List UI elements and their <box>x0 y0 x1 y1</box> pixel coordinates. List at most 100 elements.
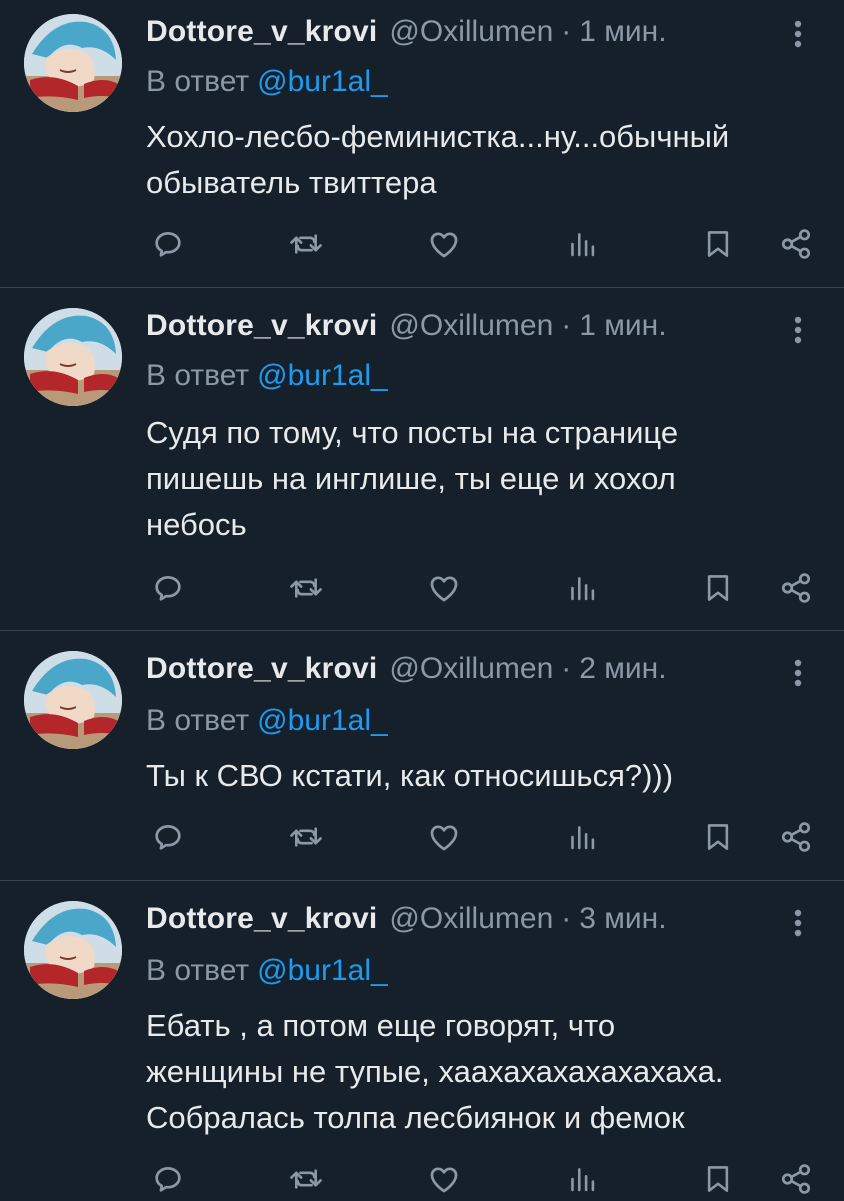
reply-prefix: В ответ <box>146 359 250 392</box>
timestamp[interactable]: 2 мин. <box>579 649 666 689</box>
avatar[interactable] <box>24 308 122 406</box>
reply-icon <box>155 232 181 257</box>
action-bar <box>146 566 822 610</box>
avatar-image <box>24 14 122 112</box>
timestamp[interactable]: 3 мин. <box>579 899 666 939</box>
tweet[interactable]: Dottore_v_krovi @Oxillumen · 2 мин. В от… <box>0 631 844 880</box>
views-button[interactable] <box>562 1157 602 1201</box>
bookmark-button[interactable] <box>698 222 738 266</box>
handle[interactable]: @Oxillumen <box>389 306 553 346</box>
tweet-text-line: небось <box>146 507 247 542</box>
share-button[interactable] <box>776 566 816 610</box>
retweet-button[interactable] <box>286 222 326 266</box>
bookmark-button[interactable] <box>698 1157 738 1201</box>
separator: · <box>561 902 572 935</box>
handle[interactable]: @Oxillumen <box>389 649 553 689</box>
retweet-button[interactable] <box>286 1157 326 1201</box>
bookmark-button[interactable] <box>698 815 738 859</box>
views-button[interactable] <box>562 222 602 266</box>
separator: · <box>561 309 572 342</box>
share-icon <box>781 822 811 852</box>
tweet-text-line: Хохло-лесбо-феминистка...ну...обычный <box>146 119 730 154</box>
avatar[interactable] <box>24 14 122 112</box>
tweet-header: Dottore_v_krovi @Oxillumen · 1 мин. <box>146 12 667 52</box>
views-icon <box>571 233 595 257</box>
reply-button[interactable] <box>148 222 188 266</box>
views-icon <box>571 577 595 601</box>
tweet[interactable]: Dottore_v_krovi @Oxillumen · 1 мин. В от… <box>0 0 844 287</box>
tweet-text-line: женщины не тупые, хаахахахахахахаха. <box>146 1054 724 1089</box>
display-name[interactable]: Dottore_v_krovi <box>146 899 377 939</box>
share-icon <box>781 1164 811 1194</box>
share-button[interactable] <box>776 1157 816 1201</box>
separator: · <box>561 15 572 48</box>
bookmark-icon <box>707 231 729 257</box>
reply-prefix: В ответ <box>146 704 250 737</box>
more-button[interactable] <box>784 14 812 54</box>
avatar[interactable] <box>24 651 122 749</box>
avatar-image <box>24 308 122 406</box>
like-button[interactable] <box>424 815 464 859</box>
more-vertical-icon <box>794 659 802 687</box>
action-bar <box>146 815 822 859</box>
action-bar <box>146 1157 822 1201</box>
tweet-text: Ебать , а потом еще говорят, что женщины… <box>146 1003 826 1141</box>
bookmark-button[interactable] <box>698 566 738 610</box>
like-button[interactable] <box>424 1157 464 1201</box>
display-name[interactable]: Dottore_v_krovi <box>146 12 377 52</box>
views-button[interactable] <box>562 566 602 610</box>
heart-icon <box>430 576 458 602</box>
retweet-button[interactable] <box>286 815 326 859</box>
bookmark-icon <box>707 824 729 850</box>
like-button[interactable] <box>424 566 464 610</box>
retweet-icon <box>290 578 322 598</box>
reply-context: В ответ @bur1al_ <box>146 62 388 102</box>
more-button[interactable] <box>784 903 812 943</box>
reply-button[interactable] <box>148 566 188 610</box>
more-vertical-icon <box>794 909 802 937</box>
tweet-text-line: Ебать , а потом еще говорят, что <box>146 1008 616 1043</box>
tweet-header: Dottore_v_krovi @Oxillumen · 3 мин. <box>146 899 667 939</box>
share-button[interactable] <box>776 815 816 859</box>
avatar-image <box>24 901 122 999</box>
mention-link[interactable]: @bur1al_ <box>257 954 388 987</box>
more-button[interactable] <box>784 653 812 693</box>
tweet[interactable]: Dottore_v_krovi @Oxillumen · 3 мин. В от… <box>0 881 844 1200</box>
share-icon <box>781 573 811 603</box>
avatar-image <box>24 651 122 749</box>
reply-button[interactable] <box>148 1157 188 1201</box>
tweet-text: Судя по тому, что посты на странице пише… <box>146 410 826 548</box>
display-name[interactable]: Dottore_v_krovi <box>146 306 377 346</box>
tweet-header: Dottore_v_krovi @Oxillumen · 1 мин. <box>146 306 667 346</box>
display-name[interactable]: Dottore_v_krovi <box>146 649 377 689</box>
tweet[interactable]: Dottore_v_krovi @Oxillumen · 1 мин. В от… <box>0 288 844 630</box>
tweet-text: Ты к СВО кстати, как относишься?))) <box>146 753 826 799</box>
reply-context: В ответ @bur1al_ <box>146 356 388 396</box>
mention-link[interactable]: @bur1al_ <box>257 704 388 737</box>
retweet-icon <box>290 1169 322 1189</box>
separator: · <box>561 652 572 685</box>
tweet-text-line: Судя по тому, что посты на странице <box>146 415 679 450</box>
handle[interactable]: @Oxillumen <box>389 12 553 52</box>
like-button[interactable] <box>424 222 464 266</box>
handle[interactable]: @Oxillumen <box>389 899 553 939</box>
reply-prefix: В ответ <box>146 954 250 987</box>
avatar[interactable] <box>24 901 122 999</box>
reply-prefix: В ответ <box>146 65 250 98</box>
mention-link[interactable]: @bur1al_ <box>257 65 388 98</box>
retweet-button[interactable] <box>286 566 326 610</box>
action-bar <box>146 222 822 266</box>
reply-button[interactable] <box>148 815 188 859</box>
retweet-icon <box>290 827 322 847</box>
reply-context: В ответ @bur1al_ <box>146 951 388 991</box>
share-icon <box>781 229 811 259</box>
share-button[interactable] <box>776 222 816 266</box>
tweet-header: Dottore_v_krovi @Oxillumen · 2 мин. <box>146 649 667 689</box>
views-button[interactable] <box>562 815 602 859</box>
more-button[interactable] <box>784 310 812 350</box>
timestamp[interactable]: 1 мин. <box>579 306 666 346</box>
timestamp[interactable]: 1 мин. <box>579 12 666 52</box>
mention-link[interactable]: @bur1al_ <box>257 359 388 392</box>
bookmark-icon <box>707 1166 729 1192</box>
tweet-text-line: Собралась толпа лесбиянок и фемок <box>146 1100 685 1135</box>
